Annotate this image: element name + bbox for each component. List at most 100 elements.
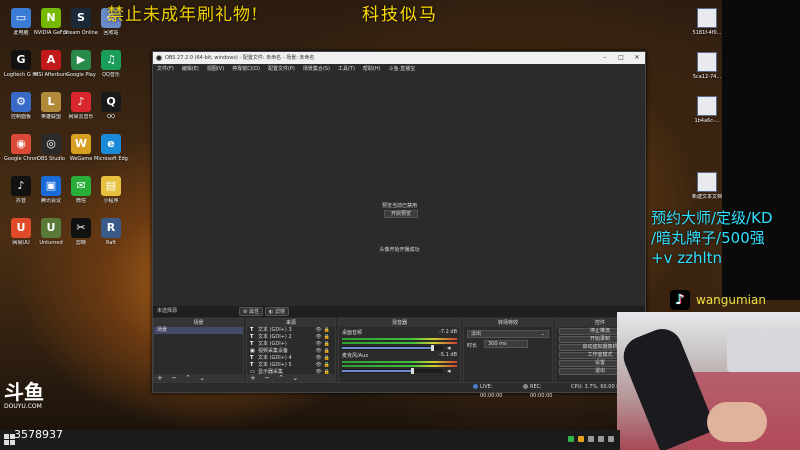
minimize-icon[interactable]: – (597, 52, 613, 64)
douyin-logo-icon: ♪ (670, 290, 690, 310)
menu-item[interactable]: 视图(V) (207, 64, 224, 74)
audio-level-meter (342, 342, 457, 344)
desktop-shortcut[interactable]: Q QQ (94, 92, 128, 120)
menu-item[interactable]: 文件(F) (157, 64, 174, 74)
file-icon (697, 96, 717, 116)
desktop-shortcut-label: NVIDIA GeForce (34, 30, 68, 36)
source-item[interactable]: T 文本 (GDI+) 👁🔒 (247, 341, 335, 348)
enable-preview-button[interactable]: 开启预览 (384, 210, 418, 218)
source-toolbar: 未选择源 ⚙ 属性 ◐ 滤镜 (153, 306, 645, 317)
rec-timer: REC: 00:00:00 (530, 384, 553, 399)
nvidia-icon: N (41, 8, 61, 28)
desktop-shortcut[interactable]: G Logitech G HUB (4, 50, 38, 78)
obs-window[interactable]: OBS 27.2.0 (64-bit, windows) - 配置文件: 未命名… (152, 51, 646, 399)
desktop-shortcut[interactable]: ◎ OBS Studio (34, 134, 68, 162)
volume-icon[interactable] (598, 436, 604, 442)
desktop-shortcut[interactable]: N NVIDIA GeForce (34, 8, 68, 36)
wechat-icon: ✉ (71, 176, 91, 196)
visibility-lock-icon[interactable]: 👁🔒 (315, 327, 332, 334)
desktop-shortcut[interactable]: U Unturned (34, 218, 68, 246)
visibility-lock-icon[interactable]: 👁🔒 (315, 348, 332, 355)
desktop-shortcut[interactable]: ◉ Google Chrome (4, 134, 38, 162)
source-item[interactable]: T 文本 (GDI+) 2 👁🔒 (247, 334, 335, 341)
volume-slider[interactable]: ◂ (342, 344, 451, 352)
filters-button[interactable]: ◐ 滤镜 (265, 307, 289, 316)
desktop-shortcut[interactable]: ♪ 网易云音乐 (64, 92, 98, 120)
desktop-shortcut[interactable]: ▣ 腾讯会议 (34, 176, 68, 204)
visibility-lock-icon[interactable]: 👁🔒 (315, 362, 332, 369)
desktop-shortcut[interactable]: ♪ 抖音 (4, 176, 38, 204)
notification-icon[interactable] (608, 436, 614, 442)
network-icon[interactable] (588, 436, 594, 442)
desktop-shortcut-label: 回收站 (103, 30, 119, 36)
speaker-icon[interactable]: ◂ (447, 344, 455, 352)
taskbar (0, 430, 620, 450)
desktop-file[interactable]: 1b4a6c-... (690, 96, 724, 124)
desktop-shortcut[interactable]: ▭ 此电脑 (4, 8, 38, 36)
unturned-icon: U (41, 218, 61, 238)
mixer-dock-title: 混音器 (339, 319, 460, 327)
desktop-shortcut[interactable]: S Steam Online (64, 8, 98, 36)
menu-item[interactable]: 斗鱼·直播宝 (389, 64, 416, 74)
menu-item[interactable]: 停靠窗口(D) (232, 64, 260, 74)
obs-preview-area[interactable]: 预览当前已禁用 开启预览 头像开始开播成功 (155, 74, 644, 307)
menu-item[interactable]: 工具(T) (338, 64, 355, 74)
source-type-icon: T (250, 334, 254, 340)
scene-item[interactable]: 场景 (154, 327, 243, 334)
source-item[interactable]: T 文本 (GDI+) 5 👁🔒 (247, 362, 335, 369)
properties-button[interactable]: ⚙ 属性 (239, 307, 264, 316)
mixer-channel: 桌面音频 -7.2 dB ◂ (339, 327, 460, 352)
source-item[interactable]: ▣ 视频采集设备 👁🔒 (247, 348, 335, 355)
keyboard-shape (727, 332, 800, 372)
transition-select[interactable]: 淡出 ⌄ (467, 330, 549, 338)
chrome-icon: ◉ (11, 134, 31, 154)
sources-dock-title: 来源 (247, 319, 335, 327)
obs-status-bar: LIVE: 00:00:00 REC: 00:00:00 CPU: 3.7%, … (153, 382, 645, 399)
desktop-file[interactable]: 5181f-4f0... (690, 8, 724, 36)
edge-icon: e (101, 134, 121, 154)
desktop-shortcut[interactable]: ✉ 微信 (64, 176, 98, 204)
menu-item[interactable]: 配置文件(P) (268, 64, 295, 74)
volume-slider[interactable]: ◂ (342, 367, 451, 375)
desktop-file[interactable]: 5ca12-74... (690, 52, 724, 80)
desktop-shortcut[interactable]: ✂ 剪映 (64, 218, 98, 246)
desktop-shortcut[interactable]: R Raft (94, 218, 128, 246)
desktop-file[interactable]: 新建文本文档 (690, 172, 724, 200)
speaker-icon[interactable]: ◂ (447, 367, 455, 375)
desktop-shortcut[interactable]: e Microsoft Edge (94, 134, 128, 162)
file-icon (697, 52, 717, 72)
tray-app-icon[interactable] (578, 436, 584, 442)
desktop-shortcut[interactable]: W WeGame (64, 134, 98, 162)
visibility-lock-icon[interactable]: 👁🔒 (315, 341, 332, 348)
system-tray[interactable] (568, 436, 614, 442)
desktop-shortcut-label: 微信 (75, 198, 86, 204)
desktop-shortcut[interactable]: ▤ 小程序 (94, 176, 128, 204)
desktop-shortcut[interactable]: ⚙ 控制面板 (4, 92, 38, 120)
source-name: 文本 (GDI+) 5 (258, 362, 292, 368)
close-icon[interactable]: ✕ (629, 52, 645, 64)
douyin-account-name: wangumian (696, 293, 766, 307)
tray-app-icon[interactable] (568, 436, 574, 442)
menu-item[interactable]: 场景集合(S) (303, 64, 330, 74)
chevron-down-icon: ⌄ (540, 331, 545, 337)
audio-level-meter (342, 361, 457, 363)
desktop-shortcut[interactable]: L 英雄联盟 (34, 92, 68, 120)
desktop-shortcut[interactable]: ▶ Google Play (64, 50, 98, 78)
logitech-icon: G (11, 50, 31, 70)
desktop-shortcut[interactable]: ♫ QQ音乐 (94, 50, 128, 78)
desktop-shortcut[interactable]: U 网易UU (4, 218, 38, 246)
obs-titlebar[interactable]: OBS 27.2.0 (64-bit, windows) - 配置文件: 未命名… (153, 52, 645, 64)
obs-window-title: OBS 27.2.0 (64-bit, windows) - 配置文件: 未命名… (165, 55, 315, 61)
audio-level-meter (342, 338, 457, 340)
desktop-shortcut-label: 小程序 (103, 198, 119, 204)
source-item[interactable]: T 文本 (GDI+) 4 👁🔒 (247, 355, 335, 362)
source-item[interactable]: T 文本 (GDI+) 3 👁🔒 (247, 327, 335, 334)
duration-input[interactable]: 300 ms (484, 340, 528, 348)
visibility-lock-icon[interactable]: 👁🔒 (315, 334, 332, 341)
live-timer: LIVE: 00:00:00 (480, 384, 503, 399)
menu-item[interactable]: 帮助(H) (363, 64, 381, 74)
visibility-lock-icon[interactable]: 👁🔒 (315, 355, 332, 362)
maximize-icon[interactable]: □ (613, 52, 629, 64)
menu-item[interactable]: 编辑(E) (182, 64, 199, 74)
desktop-shortcut[interactable]: A MSI Afterburner (34, 50, 68, 78)
